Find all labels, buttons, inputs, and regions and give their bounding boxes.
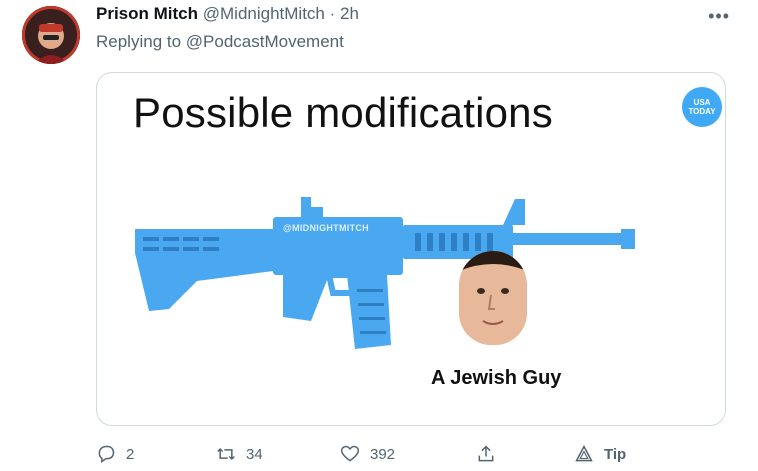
retweet-button[interactable]: 34: [216, 444, 263, 464]
avatar[interactable]: [22, 6, 80, 64]
reply-prefix: Replying to: [96, 32, 182, 51]
face-caption: A Jewish Guy: [431, 367, 562, 389]
reply-icon: [98, 445, 115, 463]
rifle-graphic: [135, 197, 635, 349]
reply-mention-link[interactable]: @PodcastMovement: [186, 32, 344, 51]
like-count: 392: [370, 445, 396, 463]
tip-label: Tip: [604, 445, 627, 463]
tweet-actions: 2 34 392 Tip: [96, 444, 718, 468]
heart-icon: [340, 445, 360, 462]
tweet-media[interactable]: Possible modifications USA TODAY @MIDNIG…: [96, 72, 726, 426]
retweet-icon: [217, 447, 235, 461]
avatar-image: [22, 6, 80, 64]
more-options-icon[interactable]: •••: [708, 6, 730, 27]
rifle-watermark: @MIDNIGHTMITCH: [283, 223, 369, 233]
badge-line-2: TODAY: [688, 107, 716, 116]
reply-count: 2: [126, 445, 135, 463]
tweet-time[interactable]: 2h: [340, 4, 359, 23]
badge-line-1: USA: [693, 98, 711, 107]
share-icon: [478, 445, 494, 462]
share-button[interactable]: [476, 444, 496, 464]
tip-button[interactable]: Tip: [574, 444, 626, 464]
media-title: Possible modifications: [133, 89, 553, 136]
tweet-header: Prison Mitch @MidnightMitch · 2h: [96, 4, 718, 24]
usa-today-logo: USA TODAY: [682, 87, 722, 127]
retweet-count: 34: [246, 445, 263, 463]
replying-to: Replying to @PodcastMovement: [96, 32, 344, 52]
face-photo-placeholder: [459, 251, 527, 345]
reply-button[interactable]: 2: [96, 444, 134, 464]
author-handle[interactable]: @MidnightMitch: [203, 4, 325, 23]
author-name[interactable]: Prison Mitch: [96, 4, 198, 23]
tip-icon: [575, 444, 593, 462]
separator-dot: ·: [329, 4, 336, 23]
like-button[interactable]: 392: [340, 444, 395, 464]
